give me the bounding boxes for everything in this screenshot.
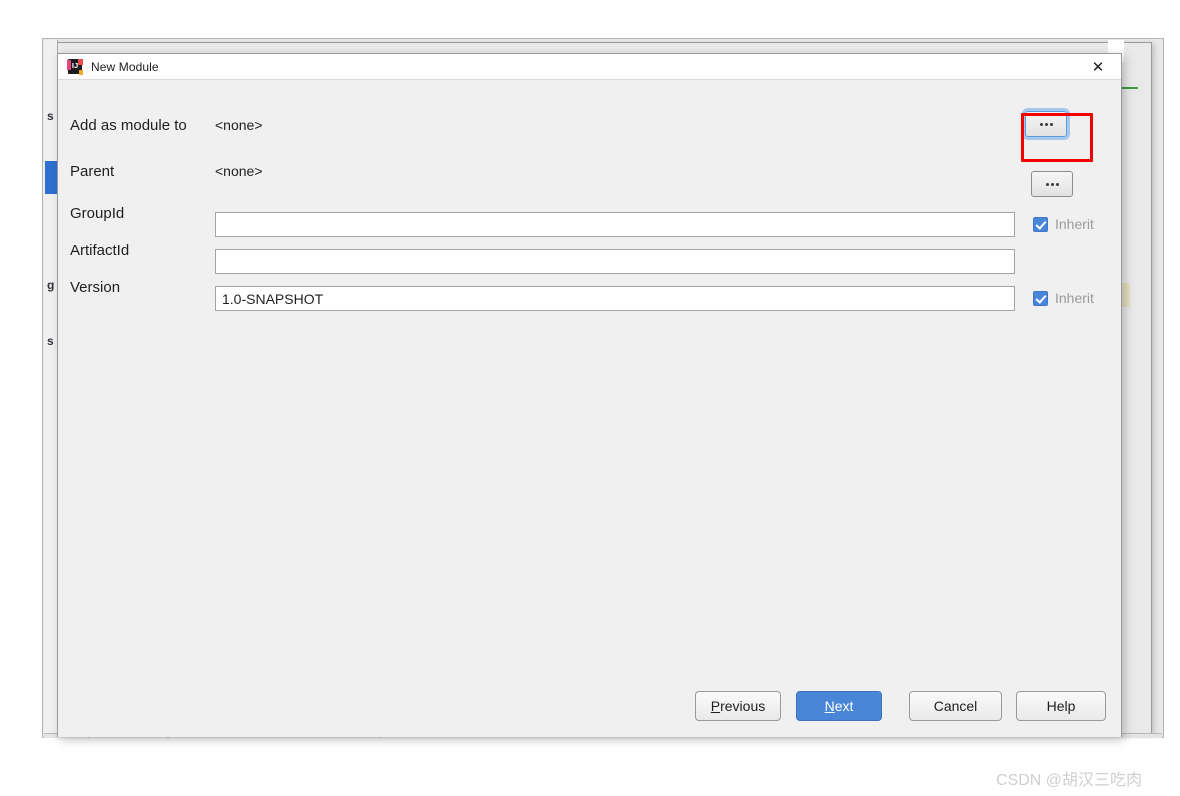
browse-button-parent[interactable] (1031, 171, 1073, 197)
new-module-dialog: IJ New Module ✕ Add as module to <none> … (57, 53, 1122, 737)
previous-button[interactable]: Previous (695, 691, 781, 721)
label-parent: Parent (70, 162, 115, 180)
screen-root: s g s IJ New Module ✕ Add as module to <… (0, 0, 1180, 796)
next-button-mnemonic: N (824, 698, 835, 714)
close-icon[interactable]: ✕ (1075, 54, 1121, 80)
inherit-groupid[interactable]: Inherit (1033, 216, 1094, 232)
browse-button-add-as-module-to[interactable] (1025, 111, 1067, 137)
label-groupid: GroupId (70, 204, 125, 222)
artifactid-input[interactable] (215, 249, 1015, 274)
background-sidebar-strip (44, 40, 58, 736)
dialog-titlebar: IJ New Module ✕ (58, 54, 1121, 80)
cancel-button[interactable]: Cancel (909, 691, 1002, 721)
csdn-watermark: CSDN @胡汉三吃肉 (996, 772, 1143, 789)
background-text-fragment: s (47, 109, 54, 123)
inherit-groupid-label: Inherit (1055, 216, 1094, 232)
dialog-footer: Previous Next Cancel Help (58, 679, 1121, 737)
background-text-fragment: g (47, 278, 55, 292)
previous-button-mnemonic: P (710, 698, 721, 714)
row-add-as-module-to: Add as module to <none> (58, 110, 1121, 140)
dialog-body: Add as module to <none> Parent <none> Gr… (58, 80, 1121, 737)
inherit-version[interactable]: Inherit (1033, 290, 1094, 306)
dialog-title: New Module (91, 59, 159, 74)
label-version: Version (70, 278, 121, 296)
background-tan-marker (1122, 283, 1130, 307)
intellij-idea-icon: IJ (67, 58, 83, 75)
groupid-input[interactable] (215, 212, 1015, 237)
row-parent: Parent <none> (58, 156, 1121, 186)
value-parent: <none> (215, 163, 263, 179)
ellipsis-icon (1039, 122, 1053, 126)
label-add-as-module-to: Add as module to (70, 116, 187, 134)
checkbox-icon[interactable] (1033, 290, 1048, 306)
next-button-label: ext (834, 698, 854, 714)
help-button[interactable]: Help (1016, 691, 1106, 721)
ellipsis-icon (1045, 182, 1059, 186)
inherit-version-label: Inherit (1055, 290, 1094, 306)
previous-button-label: revious (720, 698, 766, 714)
checkbox-icon[interactable] (1033, 216, 1048, 232)
version-input[interactable] (215, 286, 1015, 311)
label-artifactid: ArtifactId (70, 241, 130, 259)
background-green-marker (1120, 87, 1138, 89)
background-selected-item (45, 161, 57, 194)
background-text-fragment: s (47, 334, 54, 348)
value-add-as-module-to: <none> (215, 117, 263, 133)
next-button[interactable]: Next (796, 691, 882, 721)
